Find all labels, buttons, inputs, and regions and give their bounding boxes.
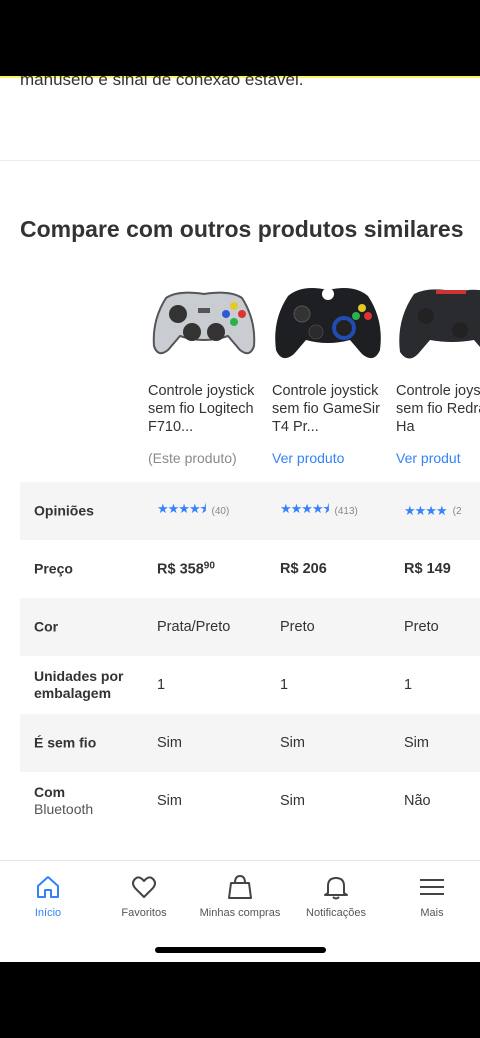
home-icon	[37, 876, 59, 898]
color-value: Preto	[404, 619, 439, 635]
section-divider	[0, 160, 480, 161]
product-card-3[interactable]: Controle joystick sem fio Redragon Ha Ve…	[396, 280, 480, 466]
price-value: R$ 206	[280, 561, 327, 577]
row-label-main: Com	[34, 784, 66, 800]
nav-home[interactable]: Início	[0, 873, 96, 919]
product-name: Controle joystick sem fio Logitech F710.…	[148, 383, 255, 435]
bluetooth-value: Sim	[280, 793, 305, 809]
rating-stars[interactable]: ★★★★⯨ (40)	[157, 500, 229, 522]
bluetooth-value: Sim	[157, 793, 182, 809]
comparison-table: Opiniões ★★★★⯨ (40) ★★★★⯨ (413) ★★★★ (2 …	[20, 482, 480, 830]
product-image-gamesir	[275, 288, 381, 359]
rating-stars[interactable]: ★★★★⯨ (413)	[280, 500, 358, 522]
wireless-value: Sim	[404, 735, 429, 751]
heart-icon	[132, 876, 156, 898]
nav-notifications[interactable]: Notificações	[288, 873, 384, 919]
nav-label: Favoritos	[121, 907, 167, 919]
row-units: Unidades por embalagem 1 1 1	[20, 656, 480, 714]
nav-label: Início	[34, 907, 62, 919]
row-label: Cor	[34, 618, 59, 635]
row-label: Unidades por embalagem	[34, 668, 124, 701]
rating-count: (40)	[211, 505, 230, 517]
row-label: Com Bluetooth	[34, 784, 93, 818]
price-value: R$ 35890	[157, 560, 215, 578]
row-label: Opiniões	[34, 502, 94, 519]
bell-icon	[324, 877, 348, 900]
wireless-value: Sim	[280, 735, 305, 751]
description-text: manuseio e sinal de conexão estável.	[20, 76, 304, 89]
nav-label: Minhas compras	[199, 907, 281, 919]
home-indicator[interactable]	[155, 947, 326, 953]
product-card-1[interactable]: Controle joystick sem fio Logitech F710.…	[148, 280, 266, 466]
units-value: 1	[404, 677, 413, 693]
nav-purchases[interactable]: Minhas compras	[192, 873, 288, 919]
rating-stars[interactable]: ★★★★ (2	[404, 503, 462, 519]
this-product-label: (Este produto)	[148, 450, 237, 466]
price-value: R$ 149	[404, 561, 451, 577]
product-card-2[interactable]: Controle joystick sem fio GameSir T4 Pr.…	[272, 280, 390, 466]
nav-label: Mais	[420, 907, 444, 919]
view-product-link[interactable]: Ver produto	[272, 450, 390, 466]
nav-more[interactable]: Mais	[384, 873, 480, 919]
nav-favorites[interactable]: Favoritos	[96, 873, 192, 919]
bag-icon	[228, 874, 252, 899]
product-name: Controle joystick sem fio Redragon Ha	[396, 383, 480, 435]
rating-count: (2	[452, 505, 462, 517]
row-bluetooth: Com Bluetooth Sim Sim Não	[20, 772, 480, 830]
section-title: Compare com outros produtos similares	[20, 216, 464, 242]
row-label: Preço	[34, 560, 73, 577]
row-color: Cor Prata/Preto Preto Preto	[20, 598, 480, 656]
product-image-redragon	[399, 289, 480, 359]
view-product-link[interactable]: Ver produt	[396, 450, 480, 466]
menu-icon	[420, 879, 444, 895]
stars-icon: ★★★★	[404, 503, 448, 518]
product-name: Controle joystick sem fio GameSir T4 Pr.…	[272, 383, 380, 435]
product-image-logitech	[152, 291, 256, 355]
color-value: Prata/Preto	[157, 619, 231, 635]
row-label: É sem fio	[34, 734, 97, 751]
row-wireless: É sem fio Sim Sim Sim	[20, 714, 480, 772]
bottom-navigation: Início Favoritos Minhas compras Notifica…	[0, 860, 480, 962]
color-value: Preto	[280, 619, 315, 635]
rating-count: (413)	[334, 505, 358, 517]
row-opinions: Opiniões ★★★★⯨ (40) ★★★★⯨ (413) ★★★★ (2	[20, 482, 480, 540]
nav-label: Notificações	[306, 907, 366, 919]
units-value: 1	[280, 677, 289, 693]
app-screen: manuseio e sinal de conexão estável. Com…	[0, 76, 480, 962]
stars-icon: ★★★★⯨	[157, 501, 207, 516]
row-price: Preço R$ 35890 R$ 206 R$ 149	[20, 540, 480, 598]
wireless-value: Sim	[157, 735, 182, 751]
stars-icon: ★★★★⯨	[280, 501, 330, 516]
row-label-sub: Bluetooth	[34, 801, 94, 817]
units-value: 1	[157, 677, 166, 693]
bluetooth-value: Não	[404, 793, 431, 809]
